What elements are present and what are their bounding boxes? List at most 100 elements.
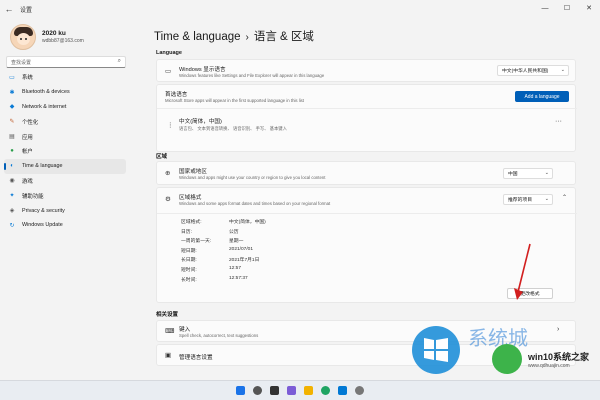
regional-format-title: 区域格式 [179, 195, 202, 201]
sidebar-item-5[interactable]: ● 帐户 [4, 144, 126, 159]
taskbar [0, 380, 600, 400]
globe-clock-icon: ◐ [10, 163, 14, 170]
typing-title: 键入 [179, 327, 191, 333]
format-detail-key: 一周的第一天: [181, 239, 212, 245]
user-email: wdbb87@163.com [42, 38, 84, 44]
wifi-icon: ◆ [9, 104, 15, 111]
shield-icon: ◈ [9, 208, 15, 215]
watermark-brand: win10系统之家 [528, 352, 590, 362]
display-language-value: 中文(中华人民共和国) [502, 69, 549, 74]
preferred-languages-subtitle: Microsoft Store apps will appear in the … [165, 98, 305, 103]
store-icon[interactable] [338, 386, 347, 395]
sidebar-item-10[interactable]: ↻ Windows Update [4, 218, 126, 233]
minimize-button[interactable]: — [534, 0, 556, 16]
settings-icon[interactable] [355, 386, 364, 395]
format-detail-value: 2021/07/01 [229, 246, 254, 252]
user-profile[interactable]: 2020 ku wdbb87@163.com [10, 24, 84, 50]
sidebar-item-2[interactable]: ◆ Network & internet [4, 100, 126, 115]
widgets-icon[interactable] [287, 386, 296, 395]
sidebar-item-6[interactable]: ◐ Time & language [4, 158, 126, 174]
regional-format-subtitle: Windows and some apps format dates and t… [179, 201, 331, 206]
start-icon[interactable] [236, 386, 245, 395]
sidebar: 2020 ku wdbb87@163.com 查找设置 ⌕ ▭ 系统 ✱ Blueto… [0, 18, 140, 380]
bluetooth-icon: ✱ [9, 89, 15, 96]
region-section-label: 区域 [156, 154, 168, 160]
format-detail-value: 星期一 [229, 239, 244, 245]
chevron-down-icon: ⌄ [544, 196, 549, 202]
drag-handle-icon[interactable]: ⋮ [167, 121, 174, 129]
format-detail-value: 公历 [229, 229, 239, 235]
language-item-title: 中文(简体，中国) [179, 119, 222, 125]
sidebar-item-1[interactable]: ✱ Bluetooth & devices [4, 85, 126, 100]
display-language-select[interactable]: 中文(中华人民共和国) ⌄ [497, 65, 569, 76]
display-language-title: Windows 显示语言 [179, 67, 226, 73]
chevron-down-icon: ⌄ [560, 67, 565, 73]
search-placeholder: 查找设置 [11, 59, 32, 66]
sidebar-item-label: 辅助功能 [22, 193, 44, 200]
file-explorer-icon[interactable] [304, 386, 313, 395]
settings-window: ← 设置 — ☐ ✕ 2020 ku wdbb87@163.com 查找设置 ⌕… [0, 0, 600, 380]
edge-icon[interactable] [321, 386, 330, 395]
country-region-value: 中国 [508, 172, 518, 177]
format-detail-value: 2021年7月1日 [229, 258, 260, 264]
format-detail-key: 区域格式: [181, 220, 202, 225]
country-region-select[interactable]: 中国 ⌄ [503, 168, 553, 179]
sidebar-item-9[interactable]: ◈ Privacy & security [4, 203, 126, 218]
format-detail-key: 长日期: [181, 258, 197, 264]
sidebar-item-label: Privacy & security [22, 207, 65, 214]
breadcrumb-parent[interactable]: Time & language [154, 31, 241, 43]
format-detail-key: 长时间: [181, 277, 197, 283]
sidebar-item-label: Network & internet [22, 103, 67, 110]
red-arrow-annotation [514, 243, 531, 300]
chevron-right-icon: › [557, 326, 560, 333]
country-region-subtitle: Windows and apps might use your country … [179, 175, 326, 180]
search-icon: ⌕ [117, 58, 121, 64]
preferred-languages-title: 首选语言 [165, 92, 188, 98]
sidebar-item-4[interactable]: ▤ 应用 [4, 129, 126, 144]
gamepad-icon: ◉ [9, 178, 15, 185]
sidebar-item-3[interactable]: ✎ 个性化 [4, 114, 126, 129]
keyboard-icon: ⌨ [165, 328, 175, 335]
sidebar-item-label: 系统 [22, 75, 33, 82]
watermark-logo-icon [412, 326, 460, 374]
monitor-icon: ▭ [165, 68, 172, 75]
title-bar: ← 设置 — ☐ ✕ [0, 0, 600, 18]
regional-format-select[interactable]: 推荐的项目 ⌄ [503, 194, 553, 205]
format-detail-key: 日历: [181, 229, 192, 235]
sidebar-item-label: 帐户 [22, 149, 33, 156]
country-region-title: 国家或地区 [179, 169, 207, 175]
format-icon: ⚙ [165, 196, 171, 203]
related-section-label: 相关设置 [156, 312, 179, 318]
language-item-features: 语言包、 文本到语音转换、 语音识别、 手写、 基本键入 [179, 126, 287, 131]
language-section-label: Language [156, 50, 182, 56]
search-icon[interactable] [253, 386, 262, 395]
accessibility-icon: ✦ [9, 193, 15, 200]
more-options-icon[interactable]: ··· [555, 118, 562, 125]
sidebar-item-8[interactable]: ✦ 辅助功能 [4, 188, 126, 203]
typing-subtitle: Spell check, autocorrect, text suggestio… [179, 333, 259, 338]
format-detail-key: 短日期: [181, 248, 197, 254]
back-button[interactable]: ← [0, 0, 18, 18]
add-language-button[interactable]: Add a language [515, 91, 569, 102]
admin-icon: ▣ [165, 352, 172, 359]
sidebar-item-label: Time & language [22, 163, 63, 170]
avatar [10, 24, 36, 50]
sidebar-item-7[interactable]: ◉ 游戏 [4, 174, 126, 189]
sidebar-item-0[interactable]: ▭ 系统 [4, 70, 126, 85]
watermark-url: www.qdhuajin.com [528, 363, 570, 369]
globe-icon: ⊕ [165, 170, 171, 177]
chevron-down-icon: ⌄ [544, 170, 549, 176]
close-button[interactable]: ✕ [578, 0, 600, 16]
display-language-card: ▭ Windows 显示语言 Windows features like Set… [156, 59, 576, 82]
chevron-up-icon[interactable]: ⌃ [562, 194, 567, 201]
country-region-card: ⊕ 国家或地区 Windows and apps might use your … [156, 161, 576, 185]
search-input[interactable]: 查找设置 ⌕ [6, 56, 126, 68]
task-view-icon[interactable] [270, 386, 279, 395]
maximize-button[interactable]: ☐ [556, 0, 578, 16]
sidebar-item-label: Bluetooth & devices [22, 89, 70, 96]
app-title: 设置 [20, 7, 33, 14]
regional-format-value: 推荐的项目 [508, 198, 532, 203]
sidebar-nav: ▭ 系统 ✱ Bluetooth & devices ◆ Network & intern… [4, 70, 126, 233]
apps-icon: ▤ [9, 134, 15, 141]
user-name: 2020 ku [42, 30, 66, 37]
